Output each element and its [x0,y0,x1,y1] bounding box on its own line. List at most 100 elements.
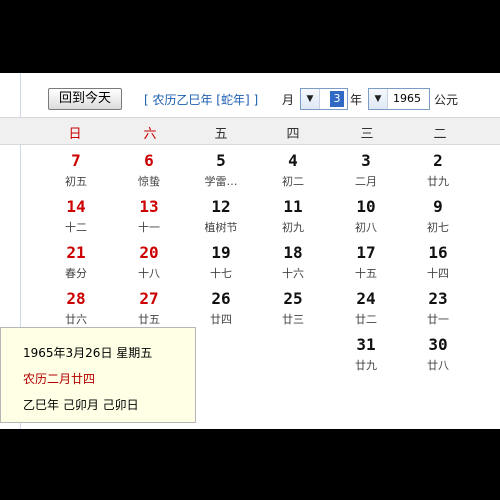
back-to-today-button[interactable]: 回到今天 [48,88,122,110]
lunar-date: 廿九 [427,175,449,188]
year-value: 1965 [393,92,421,105]
day-number: 14 [66,197,86,216]
lunar-date: 十四 [427,267,449,280]
day-cell[interactable]: 26 廿四 [191,289,251,335]
weekday-thu: 四 [286,127,300,142]
date-tooltip: 1965年3月26日 星期五 农历二月廿四 乙巳年 己卯月 己卯日 [0,327,196,423]
lunar-date: 廿二 [355,313,377,326]
day-cell[interactable]: 11 初九 [263,197,323,243]
day-number: 3 [361,151,371,170]
lunar-date: 春分 [65,267,87,280]
day-number: 27 [139,289,159,308]
day-cell[interactable]: 30 廿八 [408,335,468,381]
lunar-date: 廿五 [138,313,160,326]
day-cell[interactable]: 17 十五 [336,243,396,289]
day-number: 4 [288,151,298,170]
chevron-down-icon[interactable]: ▼ [301,89,320,109]
lunar-date: 十二 [65,221,87,234]
day-cell[interactable]: 20 十八 [119,243,179,289]
lunar-date: 廿四 [210,313,232,326]
weekday-header: 日 六 五 四 三 二 [0,117,500,145]
day-number: 17 [356,243,376,262]
lunar-date: 十一 [138,221,160,234]
year-select[interactable]: ▼ 1965 [368,88,430,110]
day-number: 31 [356,335,376,354]
year-label: 年 [350,93,363,107]
lunar-date: 廿九 [355,359,377,372]
lunar-date: 廿八 [427,359,449,372]
day-cell[interactable]: 23 廿一 [408,289,468,335]
weekday-wed: 三 [360,127,374,142]
day-number: 19 [211,243,231,262]
day-number: 6 [144,151,154,170]
day-cell[interactable]: 4 初二 [263,151,323,197]
day-cell[interactable]: 9 初七 [408,197,468,243]
era-label: 公元 [434,93,459,107]
tooltip-lunar-date: 农历二月廿四 [23,372,96,386]
weekday-sun: 日 [68,127,82,142]
lunar-date: 初八 [355,221,377,234]
lunar-date: 惊蛰 [138,175,160,188]
day-number: 9 [433,197,443,216]
lunar-date: 初七 [427,221,449,234]
lunar-date: 十七 [210,267,232,280]
lunar-date: 廿一 [427,313,449,326]
tooltip-solar-date: 1965年3月26日 星期五 [23,346,153,360]
chevron-down-icon[interactable]: ▼ [369,89,388,109]
lunar-date: 植树节 [204,221,238,234]
lunar-date: 初二 [282,175,304,188]
day-cell[interactable]: 6 惊蛰 [119,151,179,197]
lunar-date: 廿三 [282,313,304,326]
month-value: 3 [330,91,344,107]
day-number: 21 [66,243,86,262]
day-cell[interactable]: 16 十四 [408,243,468,289]
day-number: 28 [66,289,86,308]
month-select[interactable]: ▼ 3 [300,88,348,110]
day-cell[interactable]: 3 二月 [336,151,396,197]
day-cell[interactable]: 13 十一 [119,197,179,243]
day-cell[interactable]: 7 初五 [46,151,106,197]
lunar-date: 廿六 [65,313,87,326]
day-number: 20 [139,243,159,262]
day-cell[interactable]: 14 十二 [46,197,106,243]
day-number: 5 [216,151,226,170]
month-label: 月 [282,93,295,107]
day-number: 10 [356,197,376,216]
day-number: 25 [283,289,303,308]
day-cell[interactable]: 31 廿九 [336,335,396,381]
day-number: 11 [283,197,303,216]
day-number: 13 [139,197,159,216]
lunar-date: 十五 [355,267,377,280]
next-column-edge [488,73,500,429]
day-cell[interactable]: 25 廿三 [263,289,323,335]
day-cell[interactable]: 19 十七 [191,243,251,289]
lunar-date: 学雷… [204,175,238,188]
day-number: 24 [356,289,376,308]
lunar-date: 十六 [282,267,304,280]
day-cell[interactable]: 18 十六 [263,243,323,289]
day-number: 30 [428,335,448,354]
day-number: 16 [428,243,448,262]
lunar-date: 初五 [65,175,87,188]
tooltip-ganzhi-date: 乙巳年 己卯月 己卯日 [23,398,139,412]
day-number: 2 [433,151,443,170]
lunar-year-title: [ 农历乙巳年 [蛇年] ] [144,93,259,107]
lunar-date: 十八 [138,267,160,280]
day-cell[interactable]: 5 学雷… [191,151,251,197]
calendar-toolbar: 回到今天 [ 农历乙巳年 [蛇年] ] 月 ▼ 3 年 ▼ 1965 公元 [0,73,500,117]
day-number: 7 [71,151,81,170]
day-cell[interactable]: 10 初八 [336,197,396,243]
day-cell[interactable]: 12 植树节 [191,197,251,243]
day-number: 23 [428,289,448,308]
day-cell[interactable]: 24 廿二 [336,289,396,335]
day-number: 26 [211,289,231,308]
weekday-tue: 二 [433,127,447,142]
day-cell[interactable]: 2 廿九 [408,151,468,197]
day-number: 12 [211,197,231,216]
lunar-date: 初九 [282,221,304,234]
day-number: 18 [283,243,303,262]
day-cell[interactable]: 21 春分 [46,243,106,289]
lunar-date: 二月 [355,175,377,188]
weekday-sat: 六 [143,127,157,142]
weekday-fri: 五 [214,127,228,142]
